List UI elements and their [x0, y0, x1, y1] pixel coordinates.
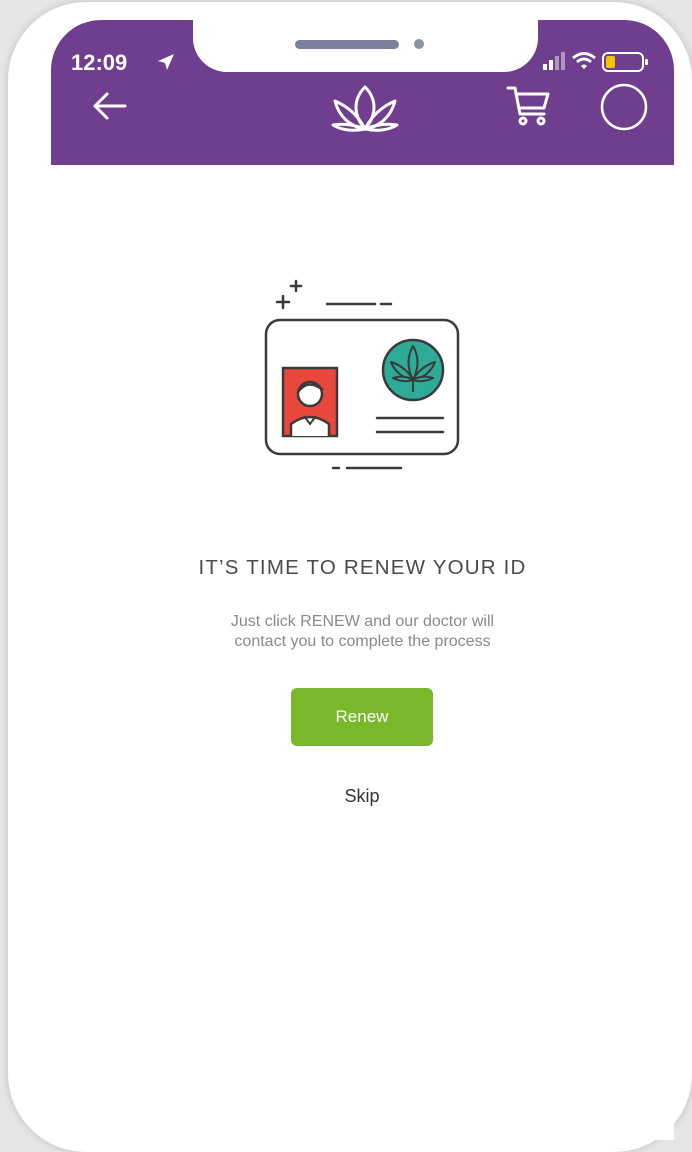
app-header: 12:09 — [51, 20, 674, 165]
subtitle-line-2: contact you to complete the process — [234, 633, 491, 650]
phone-frame: 12:09 IT’S TIME TO RENEW YOUR ID Just cl… — [8, 2, 692, 1152]
device-notch — [193, 20, 538, 72]
renew-button[interactable]: Renew — [291, 688, 433, 746]
shopping-cart-icon[interactable] — [506, 82, 552, 128]
status-time: 12:09 — [71, 50, 128, 75]
front-camera — [414, 39, 424, 49]
wifi-icon — [572, 52, 596, 69]
battery-low-icon — [602, 52, 648, 72]
location-arrow-icon — [158, 54, 174, 70]
id-card-illustration-icon — [264, 279, 460, 470]
cannabis-leaf-logo-icon[interactable] — [331, 83, 399, 137]
app-screen: 12:09 IT’S TIME TO RENEW YOUR ID Just cl… — [51, 20, 674, 1140]
speaker-grille — [295, 40, 399, 49]
page-title: IT’S TIME TO RENEW YOUR ID — [198, 556, 527, 579]
skip-link[interactable]: Skip — [312, 786, 412, 807]
subtitle-line-1: Just click RENEW and our doctor will — [230, 613, 495, 630]
status-icons — [543, 52, 648, 72]
back-arrow-icon[interactable] — [89, 88, 129, 124]
page-subtitle: Just click RENEW and our doctor will con… — [152, 612, 573, 652]
profile-circle-icon[interactable] — [599, 82, 649, 132]
cellular-signal-icon — [543, 52, 565, 70]
